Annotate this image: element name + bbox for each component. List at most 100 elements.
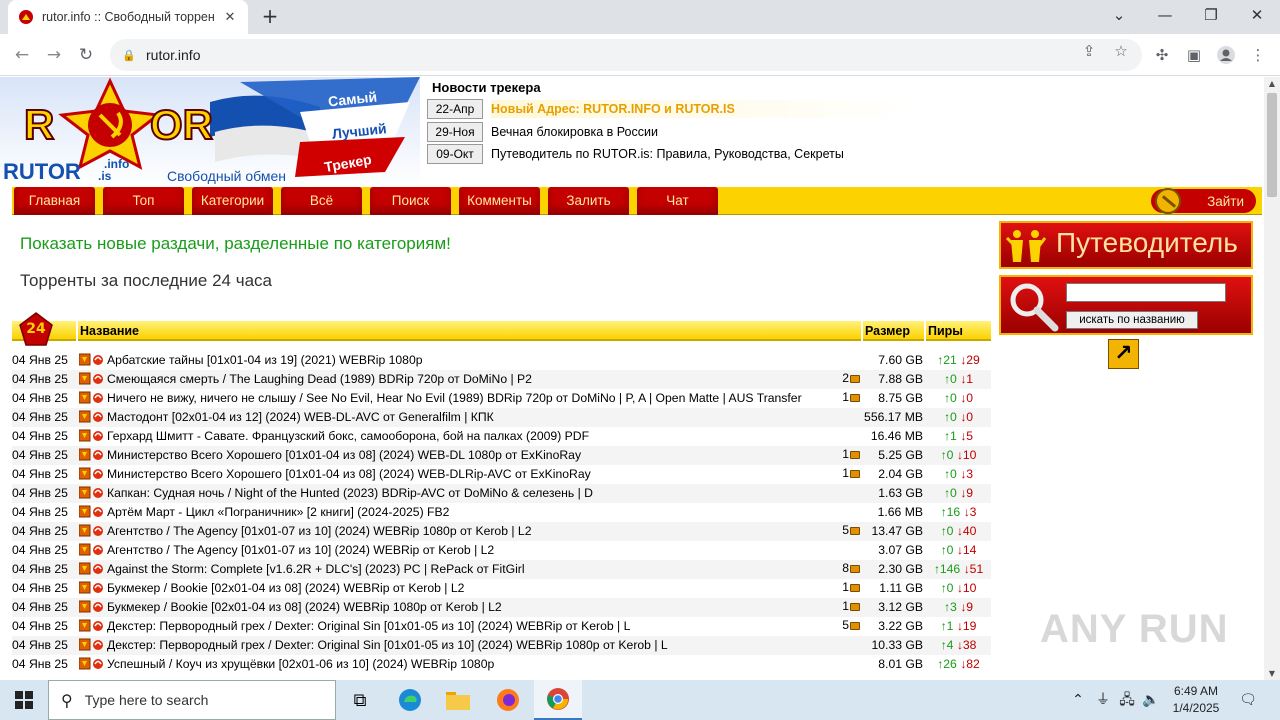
download-icon[interactable] bbox=[78, 524, 105, 538]
comments-count[interactable]: 5 bbox=[832, 618, 860, 632]
download-icon[interactable] bbox=[78, 657, 105, 671]
news-link[interactable]: Вечная блокировка в России bbox=[491, 125, 658, 139]
restore-icon[interactable]: ❐ bbox=[1188, 0, 1234, 34]
download-icon[interactable] bbox=[78, 429, 105, 443]
torrent-name-link[interactable]: Ничего не вижу, ничего не слышу / See No… bbox=[107, 391, 832, 405]
login-button[interactable]: Зайти bbox=[1151, 188, 1256, 214]
comments-count[interactable]: 1 bbox=[832, 447, 860, 461]
usb-icon[interactable]: ⏚ bbox=[1092, 680, 1114, 720]
col-size[interactable]: Размер bbox=[861, 321, 924, 341]
search-input[interactable] bbox=[1066, 283, 1226, 302]
torrent-name-link[interactable]: Мастодонт [02x01-04 из 12] (2024) WEB-DL… bbox=[107, 410, 832, 424]
menu-upload[interactable]: Залить bbox=[548, 187, 629, 215]
scroll-up-icon[interactable]: ▲ bbox=[1264, 79, 1280, 88]
download-icon[interactable] bbox=[78, 581, 105, 595]
torrent-name-link[interactable]: Смеющаяся смерть / The Laughing Dead (19… bbox=[107, 372, 832, 386]
torrent-name-link[interactable]: Агентство / The Agency [01x01-07 из 10] … bbox=[107, 524, 832, 538]
download-icon[interactable] bbox=[78, 410, 105, 424]
notifications-icon[interactable]: 🗨 bbox=[1234, 680, 1262, 720]
torrent-name-link[interactable]: Успешный / Коуч из хрущёвки [02x01-06 из… bbox=[107, 657, 832, 671]
download-icon[interactable] bbox=[78, 467, 105, 481]
reload-icon[interactable]: ↻ bbox=[74, 43, 98, 67]
menu-search[interactable]: Поиск bbox=[370, 187, 451, 215]
taskbar-search[interactable]: ⚲ Type here to search bbox=[48, 680, 336, 720]
address-bar[interactable]: 🔒 rutor.info bbox=[110, 39, 1142, 71]
bookmark-star-icon[interactable]: ☆ bbox=[1110, 42, 1132, 60]
tray-overflow-icon[interactable]: ⌃ bbox=[1068, 680, 1088, 720]
download-icon[interactable] bbox=[78, 448, 105, 462]
news-link[interactable]: Новый Адрес: RUTOR.INFO и RUTOR.IS bbox=[491, 100, 915, 118]
side-panel-icon[interactable]: ▣ bbox=[1182, 43, 1206, 67]
volume-icon[interactable]: 🔈 bbox=[1140, 680, 1162, 720]
col-name[interactable]: Название bbox=[76, 321, 862, 341]
news-link[interactable]: Путеводитель по RUTOR.is: Правила, Руков… bbox=[491, 147, 844, 161]
guide-banner[interactable]: Путеводитель bbox=[999, 221, 1253, 269]
menu-home[interactable]: Главная bbox=[14, 187, 95, 215]
clock[interactable]: 6:49 AM 1/4/2025 bbox=[1164, 683, 1228, 717]
file-explorer-icon[interactable] bbox=[434, 680, 482, 720]
torrent-name-link[interactable]: Букмекер / Bookie [02x01-04 из 08] (2024… bbox=[107, 581, 832, 595]
comments-count[interactable]: 1 bbox=[832, 599, 860, 613]
edge-icon[interactable] bbox=[386, 680, 434, 720]
torrent-name-link[interactable]: Декстер: Первородный грех / Dexter: Orig… bbox=[107, 619, 832, 633]
share-icon[interactable]: ⇪ bbox=[1078, 42, 1100, 60]
arrow-up-right-icon[interactable]: ↗ bbox=[1108, 339, 1139, 369]
comments-count[interactable]: 8 bbox=[832, 561, 860, 575]
torrent-name-link[interactable]: Букмекер / Bookie [02x01-04 из 08] (2024… bbox=[107, 600, 832, 614]
download-icon[interactable] bbox=[78, 619, 105, 633]
torrent-name-link[interactable]: Герхард Шмитт - Савате. Французский бокс… bbox=[107, 429, 832, 443]
menu-icon[interactable]: ⋮ bbox=[1246, 43, 1270, 67]
col-peers[interactable]: Пиры bbox=[924, 321, 991, 341]
lock-icon[interactable]: 🔒 bbox=[122, 49, 136, 62]
start-button[interactable] bbox=[0, 680, 48, 720]
torrent-name-link[interactable]: Капкан: Судная ночь / Night of the Hunte… bbox=[107, 486, 832, 500]
download-icon[interactable] bbox=[78, 391, 105, 405]
minimize-icon[interactable]: — bbox=[1142, 0, 1188, 34]
download-icon[interactable] bbox=[78, 505, 105, 519]
network-icon[interactable]: 🖧 bbox=[1116, 680, 1138, 720]
tab-close-icon[interactable]: ✕ bbox=[222, 10, 238, 25]
extensions-icon[interactable]: ✣ bbox=[1150, 43, 1174, 67]
torrent-name-link[interactable]: Against the Storm: Complete [v1.6.2R + D… bbox=[107, 562, 832, 576]
torrent-name-link[interactable]: Министерство Всего Хорошего [01x01-04 из… bbox=[107, 467, 832, 481]
download-icon[interactable] bbox=[78, 372, 105, 386]
browser-tab[interactable]: rutor.info :: Свободный торрен ✕ bbox=[8, 0, 248, 34]
menu-top[interactable]: Топ bbox=[103, 187, 184, 215]
firefox-icon[interactable] bbox=[484, 680, 532, 720]
scroll-down-icon[interactable]: ▼ bbox=[1264, 669, 1280, 678]
scroll-thumb[interactable] bbox=[1267, 93, 1277, 197]
comments-count[interactable]: 1 bbox=[832, 390, 860, 404]
torrent-name-link[interactable]: Артём Март - Цикл «Пограничник» [2 книги… bbox=[107, 505, 832, 519]
comments-count[interactable]: 1 bbox=[832, 580, 860, 594]
comments-count[interactable]: 2 bbox=[832, 371, 860, 385]
close-window-icon[interactable]: ✕ bbox=[1234, 0, 1280, 34]
site-logo[interactable]: R T OR RUTOR .info .is Самый Лучший Трек… bbox=[0, 77, 420, 187]
menu-comments[interactable]: Комменты bbox=[459, 187, 540, 215]
task-view-icon[interactable]: ⧉ bbox=[336, 680, 384, 720]
torrent-name-link[interactable]: Арбатские тайны [01x01-04 из 19] (2021) … bbox=[107, 353, 832, 367]
menu-chat[interactable]: Чат bbox=[637, 187, 718, 215]
comments-count[interactable]: 1 bbox=[832, 466, 860, 480]
tab-search-icon[interactable]: ⌄ bbox=[1096, 0, 1142, 34]
page-scrollbar[interactable]: ▲ ▼ bbox=[1264, 77, 1280, 680]
search-button[interactable]: искать по названию bbox=[1066, 311, 1198, 329]
torrent-name-link[interactable]: Министерство Всего Хорошего [01x01-04 из… bbox=[107, 448, 832, 462]
download-icon[interactable] bbox=[78, 638, 105, 652]
address-url[interactable]: rutor.info bbox=[146, 47, 200, 63]
comments-count[interactable]: 5 bbox=[832, 523, 860, 537]
download-icon[interactable] bbox=[78, 486, 105, 500]
chrome-icon[interactable] bbox=[534, 680, 582, 720]
back-icon[interactable]: ← bbox=[10, 43, 34, 67]
new-tab-button[interactable]: + bbox=[258, 6, 282, 28]
menu-all[interactable]: Всё bbox=[281, 187, 362, 215]
torrent-name-link[interactable]: Агентство / The Agency [01x01-07 из 10] … bbox=[107, 543, 832, 557]
profile-icon[interactable] bbox=[1214, 43, 1238, 67]
download-icon[interactable] bbox=[78, 353, 105, 367]
download-icon[interactable] bbox=[78, 600, 105, 614]
forward-icon[interactable]: → bbox=[42, 43, 66, 67]
torrent-name-link[interactable]: Декстер: Первородный грех / Dexter: Orig… bbox=[107, 638, 832, 652]
menu-categories[interactable]: Категории bbox=[192, 187, 273, 215]
new-by-category-link[interactable]: Показать новые раздачи, разделенные по к… bbox=[20, 234, 451, 254]
download-icon[interactable] bbox=[78, 562, 105, 576]
download-icon[interactable] bbox=[78, 543, 105, 557]
